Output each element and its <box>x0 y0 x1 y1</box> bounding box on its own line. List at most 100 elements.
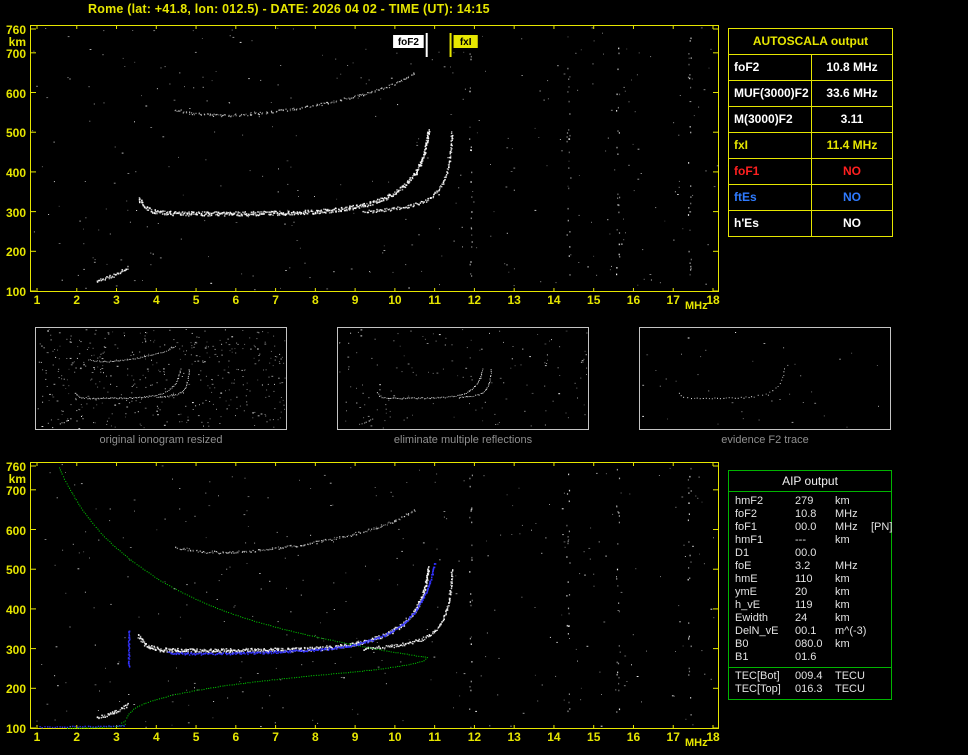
x-tick-label: 1 <box>33 730 41 744</box>
autoscala-row: ftEs NO <box>729 185 892 211</box>
param-label: foF1 <box>729 159 812 184</box>
aip-param-extra <box>871 612 891 625</box>
y-tick-label: 100 <box>5 722 26 736</box>
x-tick-label: 9 <box>351 293 359 307</box>
y-tick-label: 500 <box>5 126 26 141</box>
aip-param-name: Ewidth <box>735 612 769 624</box>
aip-row: DelN_vE 00.1 m^(-3) <box>729 625 891 638</box>
aip-param-value: --- <box>795 534 806 546</box>
thumbnail-caption-3: evidence F2 trace <box>721 434 809 446</box>
x-tick-label: 10 <box>388 293 402 307</box>
x-tick-label: 4 <box>152 730 160 744</box>
aip-param-unit: km <box>835 573 850 585</box>
param-value: 10.8 MHz <box>826 60 878 74</box>
aip-param-name: TEC[Top] <box>735 683 781 695</box>
aip-param-extra <box>871 670 891 683</box>
aip-table-rows: hmF2 279 km foF2 10.8 MHz foF1 00.0 MHz [PN] hmF1 -… <box>729 492 893 664</box>
aip-param-extra <box>871 547 891 560</box>
aip-param-unit: MHz <box>835 508 858 520</box>
x-tick-label: 14 <box>547 293 561 307</box>
aip-row: ymE 20 km <box>729 586 891 599</box>
param-value: 11.4 MHz <box>826 138 878 152</box>
param-label: fxI <box>729 133 812 158</box>
aip-param-unit: m^(-3) <box>835 625 867 637</box>
aip-param-unit: km <box>835 534 850 546</box>
top-plot-x-axis: 1 2 3 4 5 6 7 8 9 10 11 12 13 14 15 16 17 18 MHz <box>30 293 730 312</box>
autoscala-row: M(3000)F2 3.11 <box>729 107 892 133</box>
y-tick-label: 300 <box>5 205 26 220</box>
aip-param-name: hmF1 <box>735 534 764 546</box>
aip-row: foF1 00.0 MHz [PN] <box>729 521 893 534</box>
x-tick-label: 7 <box>272 730 279 744</box>
aip-param-value: 119 <box>795 599 813 611</box>
x-tick-label: 15 <box>587 730 601 744</box>
aip-row: foF2 10.8 MHz <box>729 508 891 521</box>
x-tick-label: 12 <box>467 293 482 307</box>
aip-param-name: foF2 <box>735 508 758 520</box>
thumbnail-original-ionogram <box>35 327 287 430</box>
bottom-plot-x-axis: 1 2 3 4 5 6 7 8 9 10 11 12 13 14 15 16 17 18 MHz <box>30 730 730 749</box>
thumbnail-caption-1: original ionogram resized <box>99 434 223 446</box>
aip-row: TEC[Bot] 009.4 TECU <box>729 670 891 683</box>
aip-row: hmF2 279 km <box>729 495 891 508</box>
param-label: foF2 <box>729 55 812 80</box>
aip-param-name: ymE <box>735 586 757 598</box>
x-tick-label: 2 <box>73 730 81 744</box>
aip-param-value: 279 <box>795 495 814 507</box>
autoscala-row: foF1 NO <box>729 159 892 185</box>
autoscala-row: MUF(3000)F2 33.6 MHz <box>729 81 892 107</box>
aip-param-unit: TECU <box>835 683 865 695</box>
x-tick-label: 7 <box>272 293 279 307</box>
x-tick-label: 9 <box>351 730 359 744</box>
param-label: M(3000)F2 <box>729 107 812 132</box>
x-tick-label: 3 <box>113 730 120 744</box>
param-value: NO <box>843 216 861 230</box>
aip-param-unit <box>835 547 871 560</box>
y-tick-label: 100 <box>5 285 26 299</box>
aip-param-name: foF1 <box>735 521 758 533</box>
aip-param-extra <box>871 625 891 638</box>
aip-tec-rows: TEC[Bot] 009.4 TECU TEC[Top] 016.3 TECU <box>729 667 891 699</box>
aip-param-unit: km <box>835 599 850 611</box>
aip-param-unit: MHz <box>835 560 858 572</box>
svg-text:fxI: fxI <box>460 37 472 48</box>
autoscala-output-table: AUTOSCALA output foF2 10.8 MHz MUF(3000)F2… <box>728 28 893 237</box>
aip-param-value: 016.3 <box>795 683 823 695</box>
y-axis-unit-label: km <box>8 35 26 49</box>
aip-row: foE 3.2 MHz <box>729 560 891 573</box>
aip-param-name: B1 <box>735 651 749 663</box>
y-tick-label: 200 <box>5 682 26 697</box>
autoscala-table-rows: foF2 10.8 MHz MUF(3000)F2 33.6 MHz M(3000)F2… <box>729 55 892 236</box>
aip-param-value: 00.0 <box>795 547 817 559</box>
x-tick-label: 10 <box>388 730 402 744</box>
param-label: MUF(3000)F2 <box>729 81 812 106</box>
aip-output-table: AIP output hmF2 279 km foF2 10.8 MHz foF1 00.0 M… <box>728 470 892 700</box>
y-tick-label: 400 <box>5 165 26 180</box>
aip-param-value: 00.0 <box>795 521 817 533</box>
aip-param-unit: km <box>835 495 850 507</box>
y-tick-label: 300 <box>5 642 26 657</box>
x-tick-label: 15 <box>587 293 601 307</box>
station-date-time-title: Rome (lat: +41.8, lon: 012.5) - DATE: 20… <box>88 2 490 16</box>
autoscala-row: h'Es NO <box>729 211 892 236</box>
x-tick-label: 4 <box>152 293 160 307</box>
autoscala-row: fxI 11.4 MHz <box>729 133 892 159</box>
autoscala-table-header: AUTOSCALA output <box>729 29 892 55</box>
autoscala-row: foF2 10.8 MHz <box>729 55 892 81</box>
aip-param-unit: km <box>835 638 850 650</box>
y-axis-unit-label: km <box>8 472 26 486</box>
aip-param-unit <box>835 651 871 664</box>
x-tick-label: 6 <box>232 293 240 307</box>
thumbnail-f2-trace-evidence <box>639 327 891 430</box>
x-tick-label: 16 <box>626 293 641 307</box>
param-label: h'Es <box>729 211 812 236</box>
aip-param-extra <box>871 683 891 696</box>
aip-param-value: 009.4 <box>795 670 823 682</box>
y-tick-label: 600 <box>5 523 26 538</box>
x-tick-label: 16 <box>626 730 641 744</box>
param-value: NO <box>843 190 861 204</box>
aip-row: TEC[Top] 016.3 TECU <box>729 683 891 696</box>
aip-param-extra: [PN] <box>871 521 893 533</box>
aip-param-value: 24 <box>795 612 808 624</box>
y-tick-label: 200 <box>5 245 26 260</box>
